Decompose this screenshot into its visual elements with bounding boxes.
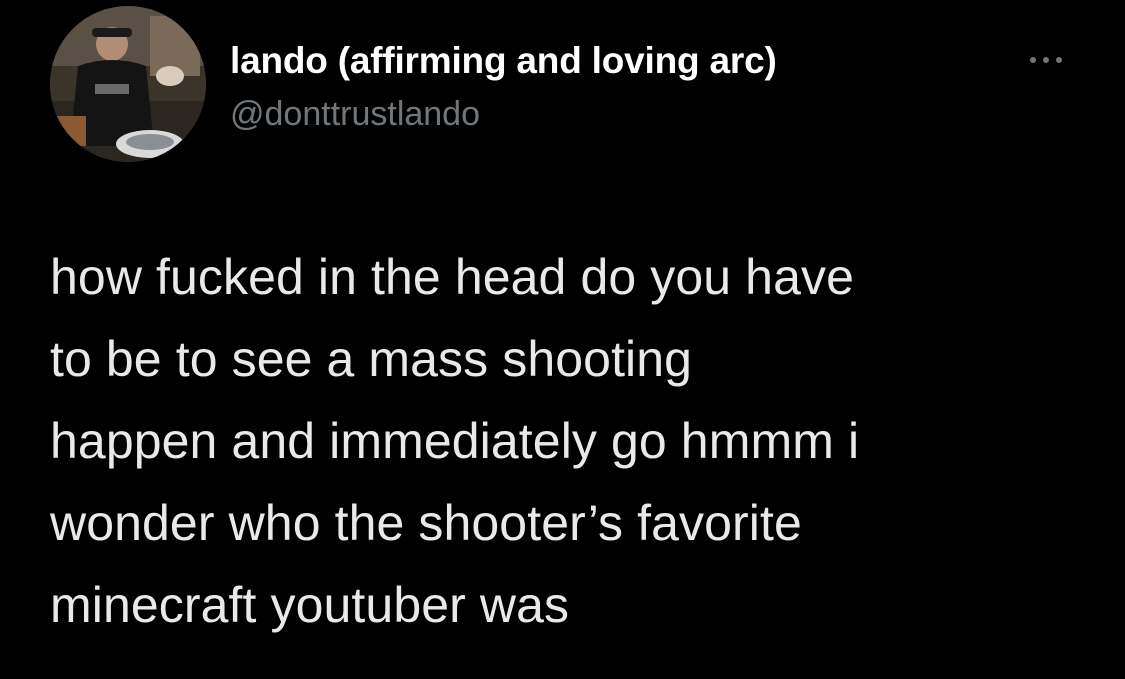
ellipsis-horizontal-icon [1056,57,1062,63]
profile-photo-icon [50,6,206,162]
tweet-text: how fucked in the head do you have to be… [50,249,860,633]
author-handle[interactable]: @donttrustlando [230,95,480,134]
tweet-card: lando (affirming and loving arc) @donttr… [0,0,1125,679]
more-options-button[interactable] [1018,42,1074,78]
author-display-name[interactable]: lando (affirming and loving arc) [230,40,777,82]
ellipsis-horizontal-icon [1030,57,1036,63]
avatar[interactable] [50,6,206,162]
ellipsis-horizontal-icon [1043,57,1049,63]
